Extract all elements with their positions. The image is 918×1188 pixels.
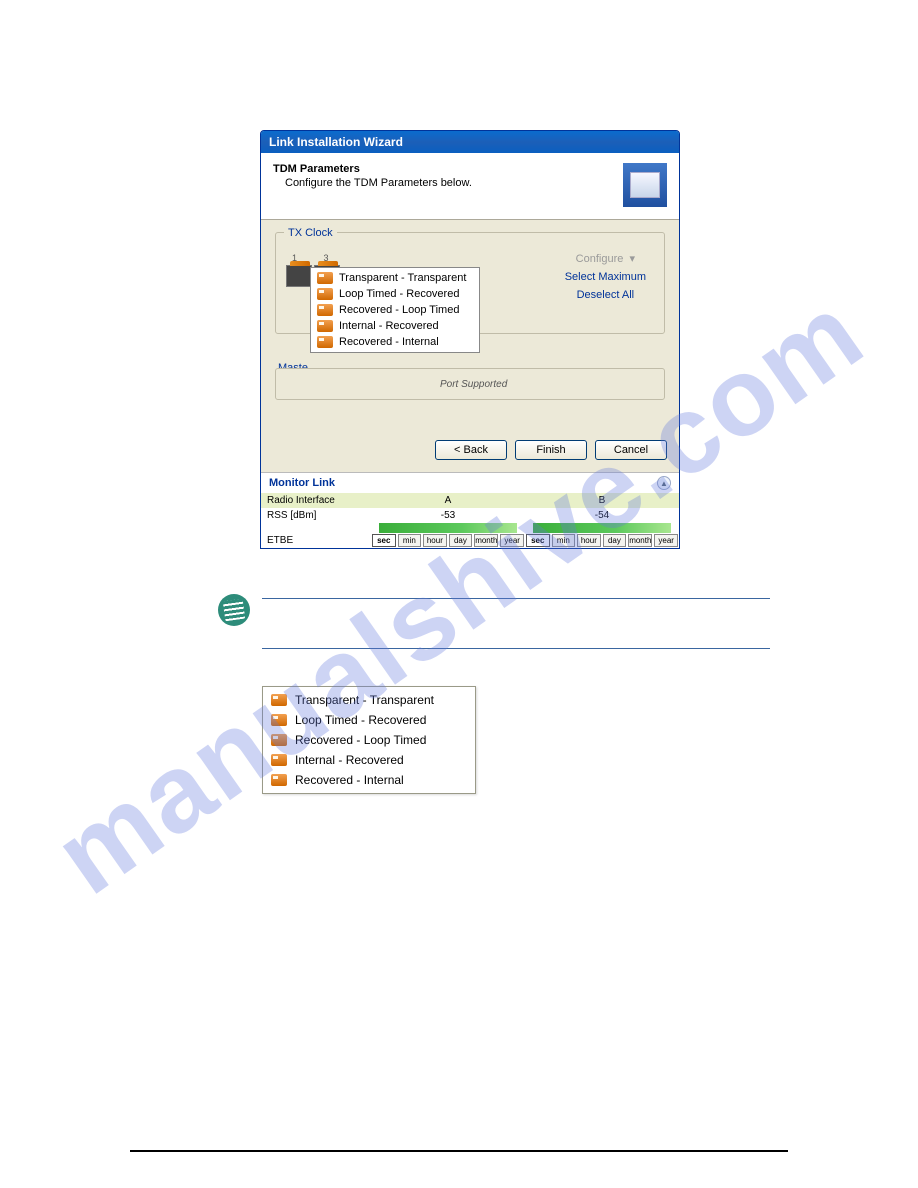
rss-a-value: -53 bbox=[371, 508, 525, 523]
timescale-btn[interactable]: year bbox=[500, 534, 524, 547]
clock-option-icon bbox=[317, 288, 333, 300]
note-icon bbox=[218, 594, 250, 626]
col-a-label: A bbox=[371, 493, 525, 508]
page-footer-rule bbox=[130, 1150, 788, 1152]
monitor-header: Monitor Link ▲ bbox=[261, 472, 679, 493]
clock-option-icon bbox=[271, 754, 287, 766]
txclock-legend: TX Clock bbox=[284, 227, 337, 239]
rss-bar-a bbox=[379, 523, 518, 533]
timescale-b: sec min hour day month year bbox=[525, 533, 679, 548]
etbe-row: ETBE sec min hour day month year sec min… bbox=[261, 533, 679, 548]
master-group: Port Supported bbox=[275, 368, 665, 400]
timescale-btn[interactable]: month bbox=[474, 534, 498, 547]
clock-option-label: Loop Timed - Recovered bbox=[339, 288, 459, 300]
wizard-window: Link Installation Wizard TDM Parameters … bbox=[260, 130, 680, 549]
configure-dropdown: Configure ▾ bbox=[557, 251, 654, 266]
wizard-button-row: < Back Finish Cancel bbox=[261, 430, 679, 472]
clock-option-icon bbox=[271, 714, 287, 726]
clock-option[interactable]: Loop Timed - Recovered bbox=[313, 286, 477, 302]
list-item[interactable]: Transparent - Transparent bbox=[267, 690, 471, 710]
clock-option-icon bbox=[317, 304, 333, 316]
deselect-all-link[interactable]: Deselect All bbox=[557, 288, 654, 302]
timescale-btn[interactable]: day bbox=[449, 534, 473, 547]
clock-options-list: Transparent - Transparent Loop Timed - R… bbox=[262, 686, 476, 794]
clock-option-icon bbox=[317, 320, 333, 332]
wizard-header: TDM Parameters Configure the TDM Paramet… bbox=[261, 153, 679, 220]
wizard-body: TX Clock 1 3 Transparent - Transparent L… bbox=[261, 220, 679, 430]
clock-option[interactable]: Recovered - Loop Timed bbox=[313, 302, 477, 318]
clock-option[interactable]: Internal - Recovered bbox=[313, 318, 477, 334]
timescale-btn[interactable]: min bbox=[398, 534, 422, 547]
select-maximum-link[interactable]: Select Maximum bbox=[557, 270, 654, 284]
clock-option[interactable]: Recovered - Internal bbox=[313, 334, 477, 350]
radio-interface-label: Radio Interface bbox=[261, 493, 371, 508]
clock-option[interactable]: Transparent - Transparent bbox=[313, 270, 477, 286]
list-item-label: Loop Timed - Recovered bbox=[295, 713, 426, 727]
header-subtitle: Configure the TDM Parameters below. bbox=[285, 177, 623, 189]
monitor-title: Monitor Link bbox=[269, 477, 335, 489]
list-item[interactable]: Internal - Recovered bbox=[267, 750, 471, 770]
clock-option-icon bbox=[317, 336, 333, 348]
back-button[interactable]: < Back bbox=[435, 440, 507, 460]
timescale-btn[interactable]: sec bbox=[526, 534, 550, 547]
rss-bar-b bbox=[533, 523, 672, 533]
cancel-button[interactable]: Cancel bbox=[595, 440, 667, 460]
clock-option-icon bbox=[271, 694, 287, 706]
list-item-label: Recovered - Internal bbox=[295, 773, 404, 787]
rss-label: RSS [dBm] bbox=[261, 508, 371, 523]
clock-option-label: Recovered - Loop Timed bbox=[339, 304, 459, 316]
etbe-label: ETBE bbox=[261, 533, 371, 548]
txclock-dropdown[interactable]: Transparent - Transparent Loop Timed - R… bbox=[310, 267, 480, 353]
clock-option-label: Internal - Recovered bbox=[339, 320, 439, 332]
divider-bottom bbox=[262, 648, 770, 649]
rss-b-value: -54 bbox=[525, 508, 679, 523]
list-item[interactable]: Recovered - Loop Timed bbox=[267, 730, 471, 750]
clock-option-icon bbox=[271, 774, 287, 786]
timescale-btn[interactable]: hour bbox=[577, 534, 601, 547]
collapse-icon[interactable]: ▲ bbox=[657, 476, 671, 490]
monitor-panel: Monitor Link ▲ Radio Interface A B RSS [… bbox=[261, 472, 679, 548]
monitor-head-row: Radio Interface A B bbox=[261, 493, 679, 508]
col-b-label: B bbox=[525, 493, 679, 508]
timescale-btn[interactable]: hour bbox=[423, 534, 447, 547]
clock-option-label: Recovered - Internal bbox=[339, 336, 439, 348]
list-item-label: Transparent - Transparent bbox=[295, 693, 434, 707]
list-item[interactable]: Recovered - Internal bbox=[267, 770, 471, 790]
timescale-btn[interactable]: month bbox=[628, 534, 652, 547]
header-title: TDM Parameters bbox=[273, 163, 623, 175]
wizard-banner-icon bbox=[623, 163, 667, 207]
txclock-actions: Configure ▾ Select Maximum Deselect All bbox=[557, 251, 654, 302]
timescale-btn[interactable]: sec bbox=[372, 534, 396, 547]
clock-option-icon bbox=[317, 272, 333, 284]
timescale-a: sec min hour day month year bbox=[371, 533, 525, 548]
rss-row: RSS [dBm] -53 -54 bbox=[261, 508, 679, 523]
window-titlebar[interactable]: Link Installation Wizard bbox=[261, 131, 679, 153]
rss-bar-row bbox=[261, 523, 679, 533]
list-item-label: Recovered - Loop Timed bbox=[295, 733, 426, 747]
master-text: Port Supported bbox=[440, 379, 507, 390]
list-item-label: Internal - Recovered bbox=[295, 753, 404, 767]
clock-option-icon bbox=[271, 734, 287, 746]
timescale-btn[interactable]: day bbox=[603, 534, 627, 547]
divider-top bbox=[262, 598, 770, 599]
timescale-btn[interactable]: year bbox=[654, 534, 678, 547]
note-icon-wrap bbox=[218, 594, 250, 626]
clock-option-label: Transparent - Transparent bbox=[339, 272, 466, 284]
finish-button[interactable]: Finish bbox=[515, 440, 587, 460]
list-item[interactable]: Loop Timed - Recovered bbox=[267, 710, 471, 730]
timescale-btn[interactable]: min bbox=[552, 534, 576, 547]
txclock-group: TX Clock 1 3 Transparent - Transparent L… bbox=[275, 232, 665, 334]
port-1-icon[interactable] bbox=[286, 265, 312, 287]
